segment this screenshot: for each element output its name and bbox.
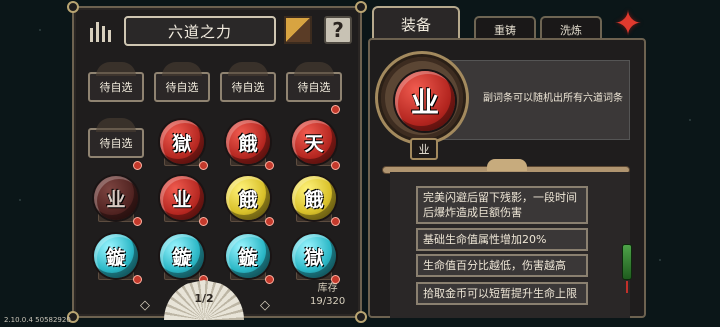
empty-slot-label: 待自选: [154, 72, 210, 102]
skill-slot[interactable]: 待自选: [88, 60, 144, 116]
tab-equip[interactable]: 装备: [372, 6, 460, 40]
effects-scroll: 完美闪避后留下残影，一段时间后爆炸造成巨额伤害 基础生命值属性增加20% 生命值…: [390, 172, 630, 318]
skill-slot[interactable]: 餓: [286, 172, 342, 228]
equipped-item-label: 业: [410, 138, 438, 160]
skill-slot[interactable]: 餓: [220, 172, 276, 228]
jade-pendant-icon: [622, 244, 632, 293]
version-label: 2.10.0.4 50582920: [4, 316, 71, 324]
corner-ornament: [355, 311, 367, 323]
skill-slot[interactable]: 待自选: [286, 60, 342, 116]
effect-line-1: 完美闪避后留下残影，一段时间后爆炸造成巨额伤害: [416, 186, 588, 224]
stock-label: 库存: [317, 283, 338, 294]
notification-badge: [199, 217, 208, 226]
skill-slot[interactable]: 餓: [220, 116, 276, 172]
skill-slot[interactable]: 天: [286, 116, 342, 172]
path-orb: 业: [160, 176, 204, 220]
notification-badge: [331, 105, 340, 114]
notification-badge: [133, 161, 142, 170]
skill-slot[interactable]: 业: [154, 172, 210, 228]
path-orb: 天: [292, 120, 336, 164]
path-orb: 鏇: [94, 234, 138, 278]
page-number: 1/2: [194, 292, 214, 305]
shuriken-icon: ✦: [613, 4, 643, 44]
path-orb: 獄: [160, 120, 204, 164]
corner-ornament: [67, 1, 79, 13]
notification-badge: [331, 161, 340, 170]
stock-counter: 库存 19/320: [310, 282, 345, 308]
effect-line-3: 生命值百分比越低，伤害越高: [416, 254, 588, 277]
notification-badge: [265, 161, 274, 170]
skill-slot[interactable]: 待自选: [154, 60, 210, 116]
empty-slot-label: 待自选: [286, 72, 342, 102]
empty-slot-label: 待自选: [88, 72, 144, 102]
skill-slot[interactable]: 业: [88, 172, 144, 228]
next-page-arrow[interactable]: ◇: [260, 298, 270, 313]
page-navigation: ◇ 1/2 ◇: [134, 278, 284, 320]
path-orb: 鏇: [226, 234, 270, 278]
path-orb: 餓: [226, 120, 270, 164]
equipped-item-frame[interactable]: 业: [378, 54, 466, 142]
skill-slot[interactable]: 獄: [286, 230, 342, 286]
notification-badge: [265, 217, 274, 226]
path-orb: 餓: [226, 176, 270, 220]
prev-page-arrow[interactable]: ◇: [140, 298, 150, 313]
equipment-panel: 副词条可以随机出所有六道词条 业 业 完美闪避后留下残影，一段时间后爆炸造成巨额…: [368, 38, 646, 318]
mode-toggle-icon[interactable]: [284, 16, 312, 44]
six-paths-panel: 六道之力 ? 待自选 待自选 待自选 待自选 待自选獄餓天业业餓餓鏇鏇鏇獄 ◇ 1/2 …: [67, 1, 367, 323]
notification-badge: [331, 217, 340, 226]
path-orb: 獄: [292, 234, 336, 278]
notification-badge: [199, 161, 208, 170]
notification-badge: [133, 217, 142, 226]
candles-icon: [90, 18, 116, 42]
skill-slot[interactable]: 待自选: [88, 116, 144, 172]
equipped-item-orb: 业: [395, 71, 455, 131]
empty-slot-label: 待自选: [220, 72, 276, 102]
skill-slot[interactable]: 獄: [154, 116, 210, 172]
panel-title: 六道之力: [124, 16, 276, 46]
effect-line-4: 拾取金币可以短暂提升生命上限: [416, 282, 588, 305]
effect-line-2: 基础生命值属性增加20%: [416, 228, 588, 251]
corner-ornament: [355, 1, 367, 13]
help-button[interactable]: ?: [324, 16, 352, 44]
path-orb: 鏇: [160, 234, 204, 278]
path-orb: 餓: [292, 176, 336, 220]
empty-slot-label: 待自选: [88, 128, 144, 158]
skill-slot[interactable]: 待自选: [220, 60, 276, 116]
path-orb: 业: [94, 176, 138, 220]
item-description: 副词条可以随机出所有六道词条: [483, 93, 623, 104]
stock-value: 19/320: [310, 296, 346, 307]
